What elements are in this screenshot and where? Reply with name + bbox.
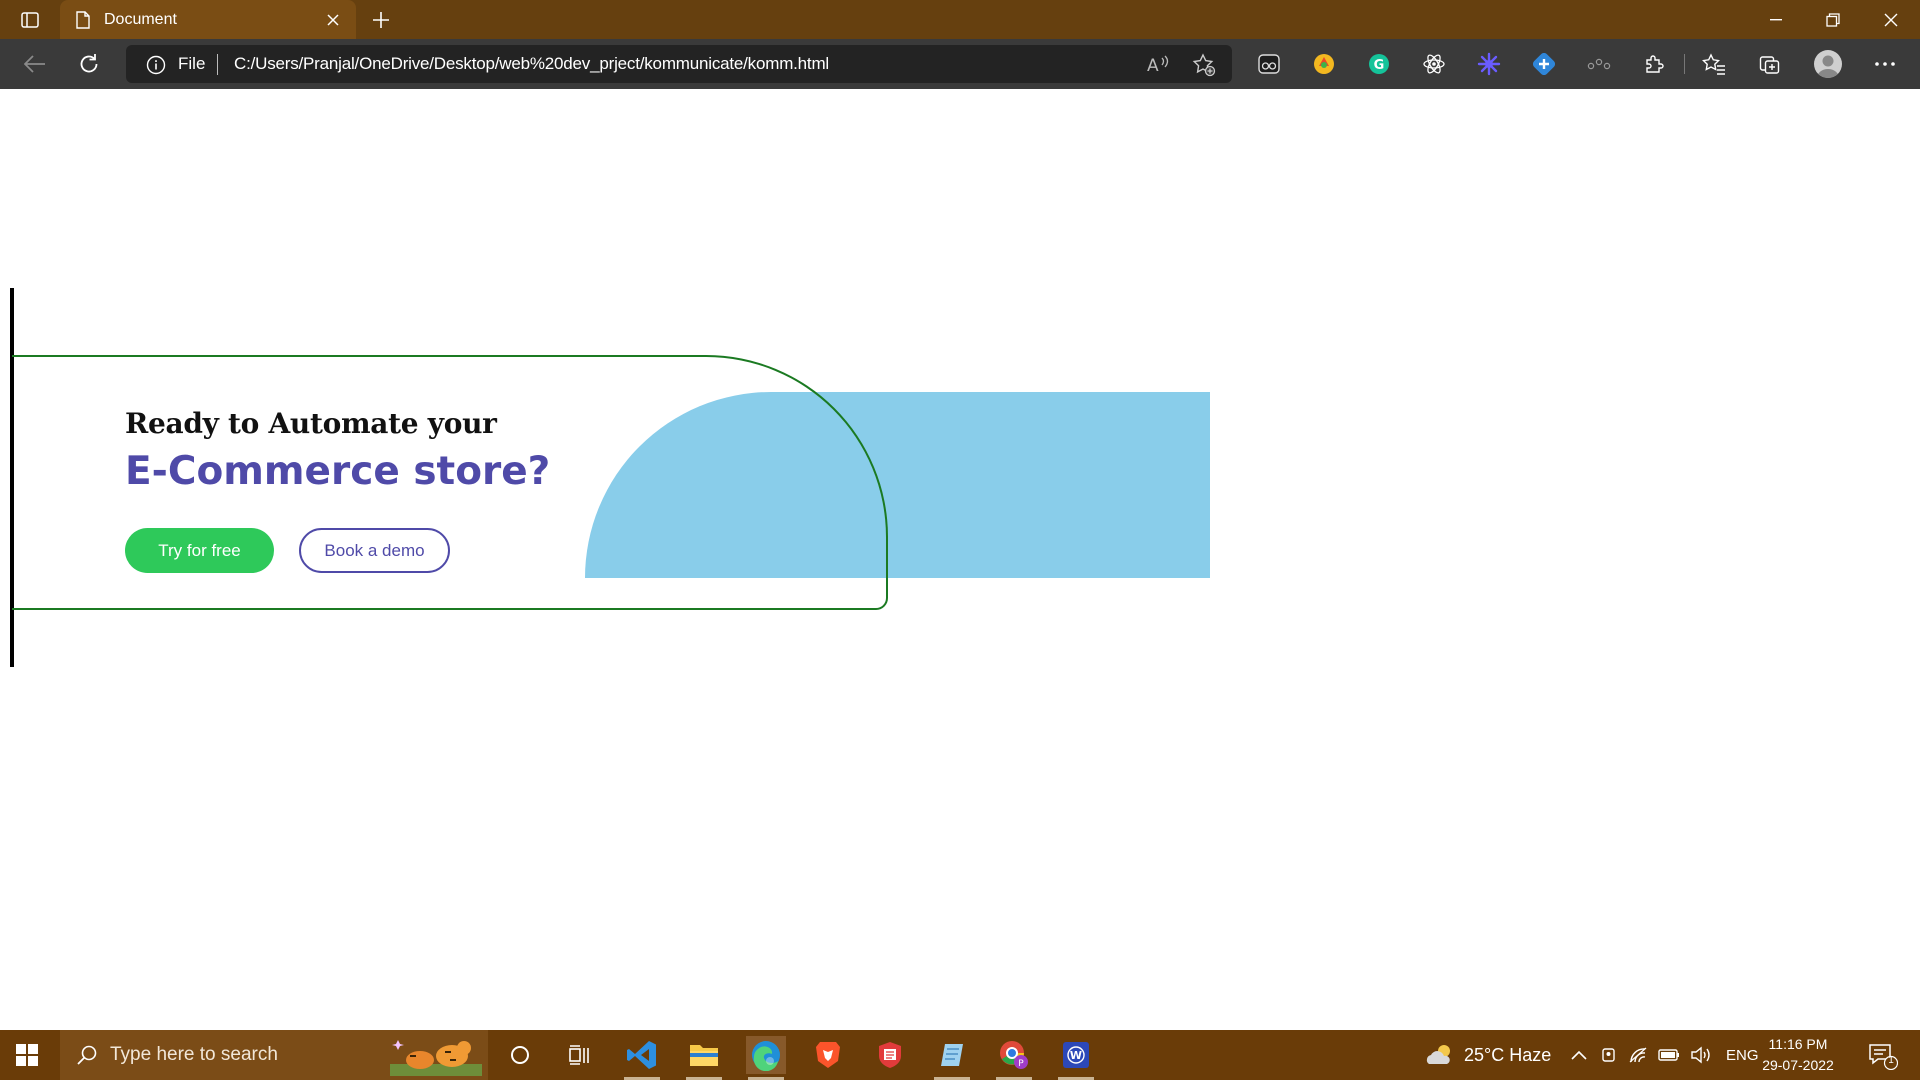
favorites-icon[interactable] (1701, 51, 1727, 77)
vscode-icon (627, 1041, 656, 1069)
react-devtools-icon[interactable] (1421, 51, 1447, 77)
taskbar-app-red[interactable] (870, 1036, 910, 1074)
book-demo-button[interactable]: Book a demo (299, 528, 450, 573)
app-red-icon (879, 1042, 901, 1068)
document-icon (74, 10, 92, 30)
extensions-puzzle-icon[interactable] (1641, 51, 1667, 77)
restore-button[interactable] (1804, 0, 1861, 39)
extension-1-icon[interactable] (1256, 51, 1282, 77)
chrome-icon: P (1000, 1041, 1028, 1069)
extension-5-icon[interactable] (1476, 51, 1502, 77)
collections-icon[interactable] (1757, 51, 1783, 77)
url-text[interactable]: C:/Users/Pranjal/OneDrive/Desktop/web%20… (234, 54, 829, 74)
close-window-button[interactable] (1862, 0, 1919, 39)
try-for-free-button[interactable]: Try for free (125, 528, 274, 573)
weather-widget[interactable]: 25°C Haze (1424, 1030, 1551, 1080)
minimize-icon (1769, 18, 1782, 20)
taskbar-search-box[interactable]: Type here to search (60, 1030, 488, 1080)
windows-taskbar: Type here to search P W 25°C Haze ENG 11… (0, 1030, 1920, 1080)
close-icon (1884, 13, 1897, 26)
wifi-icon[interactable] (1628, 1046, 1648, 1064)
extension-6-icon[interactable] (1531, 51, 1557, 77)
restore-icon (1825, 12, 1840, 27)
extension-2-icon[interactable] (1311, 51, 1337, 77)
task-view-icon (569, 1045, 589, 1065)
info-icon[interactable] (146, 55, 166, 80)
scheme-label: File (178, 54, 206, 73)
svg-text:A: A (1147, 56, 1159, 74)
search-highlight-illustration-icon (390, 1034, 482, 1082)
cta-heading-line2: E-Commerce store? (125, 449, 551, 494)
grammarly-icon[interactable]: G (1366, 51, 1392, 77)
taskbar-word[interactable]: W (1056, 1036, 1096, 1080)
system-tray-icons: ENG (1570, 1030, 1759, 1080)
address-separator (217, 54, 218, 75)
taskbar-vscode[interactable] (622, 1036, 662, 1080)
back-button[interactable] (18, 48, 52, 80)
notification-center-button[interactable]: 1 (1868, 1042, 1899, 1075)
svg-text:G: G (1374, 58, 1385, 73)
clock-date: 29-07-2022 (1762, 1057, 1834, 1073)
toolbar-divider (1684, 54, 1685, 74)
edge-icon (752, 1041, 780, 1071)
svg-text:W: W (1070, 1049, 1082, 1062)
read-aloud-icon[interactable]: A (1146, 54, 1170, 79)
battery-icon[interactable] (1658, 1048, 1680, 1062)
taskbar-edge[interactable] (746, 1036, 786, 1080)
address-bar[interactable]: File C:/Users/Pranjal/OneDrive/Desktop/w… (126, 45, 1232, 83)
taskbar-chrome[interactable]: P (994, 1036, 1034, 1080)
search-icon (76, 1044, 98, 1072)
chevron-up-icon[interactable] (1570, 1049, 1588, 1061)
taskbar-file-explorer[interactable] (684, 1036, 724, 1080)
weather-cloud-icon (1426, 1045, 1450, 1064)
plus-icon (373, 12, 389, 28)
browser-tab[interactable]: Document (60, 0, 356, 39)
notes-icon (941, 1044, 963, 1066)
cortana-icon (511, 1046, 529, 1064)
avatar-icon (1817, 55, 1839, 78)
taskbar-app-notes[interactable] (932, 1036, 972, 1080)
page-viewport: Ready to Automate your E-Commerce store?… (0, 89, 1920, 1030)
profile-avatar[interactable] (1814, 50, 1842, 78)
start-button[interactable] (14, 1042, 42, 1068)
clock-time: 11:16 PM (1768, 1036, 1828, 1052)
notification-count: 1 (1888, 1055, 1894, 1066)
volume-icon[interactable] (1690, 1046, 1712, 1064)
tab-actions-button[interactable] (14, 8, 45, 32)
add-favorite-icon[interactable] (1192, 53, 1216, 82)
search-placeholder: Type here to search (110, 1044, 278, 1065)
word-icon: W (1063, 1042, 1089, 1068)
windows-icon (16, 1044, 38, 1066)
refresh-icon (80, 54, 98, 73)
tab-title: Document (104, 10, 177, 28)
brave-icon (816, 1042, 840, 1068)
browser-toolbar: File C:/Users/Pranjal/OneDrive/Desktop/w… (0, 39, 1920, 89)
cta-heading-line1: Ready to Automate your (125, 407, 497, 440)
folder-icon (690, 1045, 718, 1066)
arrow-left-icon (24, 55, 45, 73)
extension-7-icon[interactable] (1586, 51, 1612, 77)
weather-text: 25°C Haze (1464, 1044, 1552, 1065)
tab-actions-icon (20, 12, 39, 28)
tab-close-icon[interactable] (322, 9, 344, 31)
taskbar-brave[interactable] (808, 1036, 848, 1074)
browser-title-bar: Document (0, 0, 1920, 39)
minimize-button[interactable] (1747, 0, 1804, 39)
taskbar-clock[interactable]: 11:16 PM 29-07-2022 (1752, 1034, 1844, 1076)
meet-now-icon[interactable] (1600, 1046, 1618, 1064)
svg-text:P: P (1018, 1059, 1024, 1069)
refresh-button[interactable] (72, 48, 106, 80)
more-options-icon[interactable] (1872, 51, 1898, 77)
new-tab-button[interactable] (368, 8, 394, 32)
cortana-button[interactable] (500, 1036, 540, 1074)
task-view-button[interactable] (560, 1036, 600, 1074)
